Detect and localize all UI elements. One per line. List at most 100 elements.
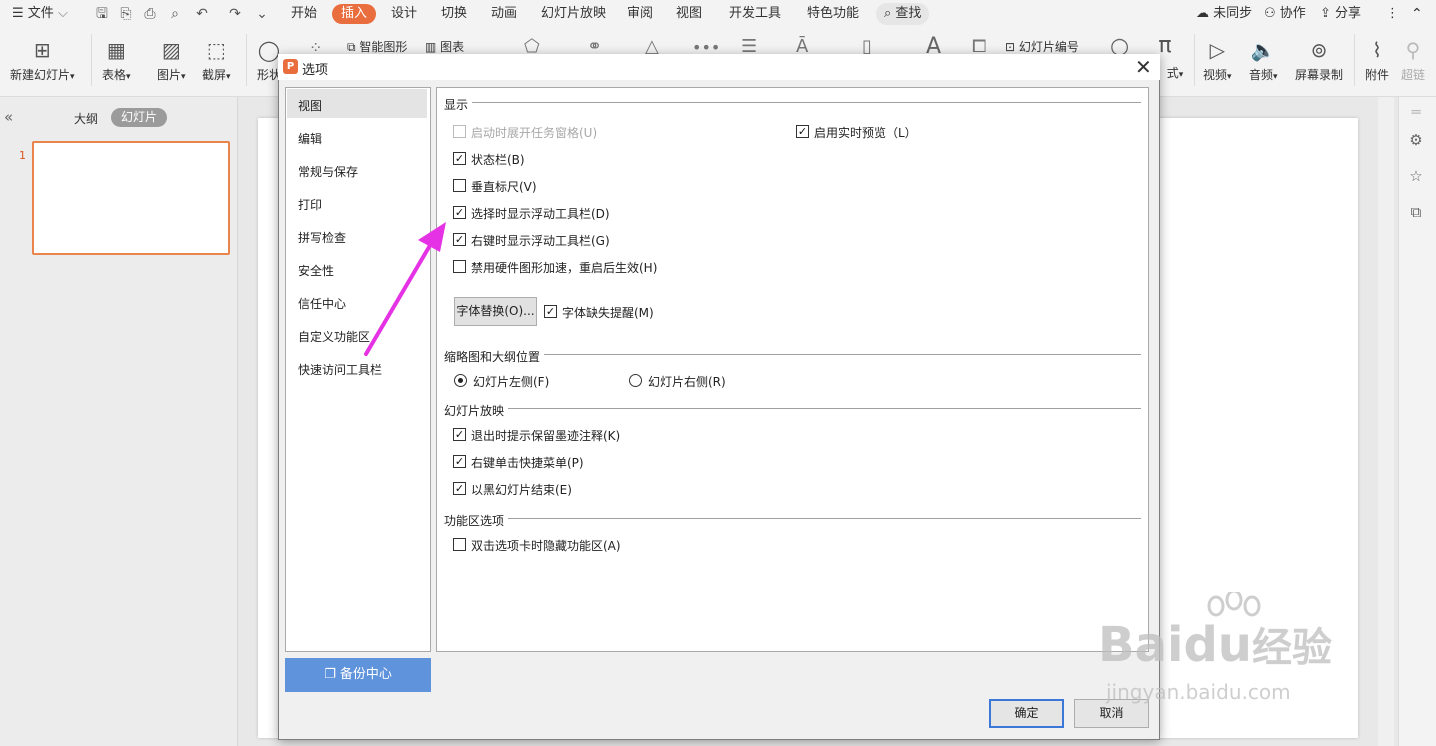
collapse-ribbon-icon[interactable]: ⌃ (1411, 0, 1423, 28)
slide-library-icon[interactable]: ⧉ (1406, 203, 1426, 223)
nav-item-security[interactable]: 安全性 (298, 262, 334, 279)
nav-item-view[interactable]: 视图 (298, 97, 322, 114)
picture-button[interactable]: ▨ 图片▾ (157, 38, 186, 83)
tab-special[interactable]: 特色功能 (807, 0, 859, 28)
thumb-right-radio[interactable] (629, 374, 642, 387)
more-icon[interactable]: ⋮ (1386, 0, 1399, 28)
backup-center-label: 备份中心 (339, 667, 392, 682)
share-button[interactable]: ⇪ 分享 (1320, 0, 1361, 28)
startup-taskpane-checkbox[interactable] (453, 125, 466, 138)
new-slide-icon: ⊞ (33, 38, 51, 62)
nav-item-edit[interactable]: 编辑 (298, 130, 322, 147)
print-preview-icon[interactable]: ⌕ (166, 5, 184, 23)
chart-icon: ▥ (425, 40, 437, 54)
right-toolbar (1398, 97, 1436, 746)
attachment-button[interactable]: ⌇ 附件 (1364, 38, 1390, 83)
ribbon-divider (1194, 34, 1195, 86)
chart-label: 图表 (440, 40, 465, 54)
tab-outline[interactable]: 大纲 (74, 110, 98, 127)
cloud-icon: ☁ (1196, 6, 1209, 21)
video-button[interactable]: ▷ 视频▾ (1203, 38, 1232, 83)
tab-animation[interactable]: 动画 (491, 0, 517, 28)
end-black-slide-checkbox[interactable]: ✓ (453, 482, 466, 495)
properties-icon[interactable]: ⚙ (1406, 131, 1426, 151)
chevron-down-icon: ▾ (1227, 72, 1232, 82)
tab-insert[interactable]: 插入 (332, 4, 377, 24)
screenshot-button[interactable]: ⬚ 截屏▾ (202, 38, 231, 83)
collapse-panel-icon[interactable]: « (4, 108, 13, 126)
right-click-menu-checkbox[interactable]: ✓ (453, 455, 466, 468)
font-substitution-button[interactable]: 字体替换(O)... (454, 297, 537, 326)
table-button[interactable]: ▦ 表格▾ (102, 38, 131, 83)
print-icon[interactable]: ⎙ (141, 5, 159, 23)
video-icon: ▷ (1209, 38, 1225, 62)
new-slide-button[interactable]: ⊞ 新建幻灯片▾ (10, 38, 75, 83)
tab-view[interactable]: 视图 (676, 0, 702, 28)
new-slide-label: 新建幻灯片 (10, 68, 71, 82)
tab-slideshow[interactable]: 幻灯片放映 (541, 0, 606, 28)
float-toolbar-select-label: 选择时显示浮动工具栏(D) (471, 207, 610, 221)
nav-item-print[interactable]: 打印 (298, 196, 322, 213)
tab-review[interactable]: 审阅 (627, 0, 653, 28)
slide-number-button[interactable]: ⊡ 幻灯片编号 (1005, 38, 1079, 55)
chevron-down-icon: ▾ (181, 72, 186, 82)
live-preview-checkbox[interactable]: ✓ (796, 125, 809, 138)
hyperlink-button[interactable]: ⚲ 超链 (1400, 38, 1426, 83)
nav-item-general-save[interactable]: 常规与保存 (298, 163, 358, 180)
font-missing-label: 字体缺失提醒(M) (562, 306, 654, 320)
dblclick-hide-ribbon-checkbox[interactable] (453, 538, 466, 551)
status-bar-checkbox[interactable]: ✓ (453, 152, 466, 165)
section-divider (444, 102, 1141, 103)
ribbon-divider (1354, 34, 1355, 86)
smart-art-button[interactable]: ⧉ 智能图形 (347, 38, 407, 55)
audio-button[interactable]: 🔈 音频▾ (1249, 38, 1278, 83)
collaborate-button[interactable]: ⚇ 协作 (1264, 0, 1306, 28)
chart-button[interactable]: ▥ 图表 (425, 38, 464, 55)
save-icon[interactable]: 🖫 (93, 5, 111, 23)
ink-prompt-checkbox[interactable]: ✓ (453, 428, 466, 441)
startup-taskpane-label: 启动时展开任务窗格(U) (471, 126, 598, 140)
tab-developer[interactable]: 开发工具 (729, 0, 781, 28)
share-label: 分享 (1335, 6, 1362, 21)
chevron-down-icon: ▾ (1178, 70, 1184, 80)
favorite-icon[interactable]: ☆ (1406, 167, 1426, 187)
customize-quick-access-icon[interactable]: ⌄ (253, 5, 271, 23)
export-pdf-icon[interactable]: ⎘ (117, 5, 135, 23)
tab-design[interactable]: 设计 (391, 0, 417, 28)
slide-thumbnail[interactable] (32, 141, 230, 255)
float-toolbar-select-checkbox[interactable]: ✓ (453, 206, 466, 219)
vertical-ruler-checkbox[interactable] (453, 179, 466, 192)
file-menu[interactable]: ☰ 文件 ⌵ (12, 0, 68, 28)
screenshot-icon: ⬚ (206, 38, 226, 62)
backup-icon: ❐ (324, 667, 336, 682)
redo-icon[interactable]: ↷ (226, 5, 244, 23)
chevron-down-icon: ▾ (70, 72, 75, 82)
link-icon: ⚲ (1405, 38, 1421, 62)
status-bar-label: 状态栏(B) (471, 153, 525, 167)
right-click-menu-label: 右键单击快捷菜单(P) (471, 456, 584, 470)
audio-label: 音频 (1249, 68, 1274, 82)
vertical-scrollbar[interactable] (1378, 97, 1394, 746)
nav-item-trust-center[interactable]: 信任中心 (298, 295, 346, 312)
vertical-ruler-label: 垂直标尺(V) (471, 180, 537, 194)
tab-slides[interactable]: 幻灯片 (111, 108, 168, 127)
search-box[interactable]: ⌕ 查找 (876, 3, 930, 25)
sync-status[interactable]: ☁ 未同步 (1196, 0, 1252, 28)
search-label: 查找 (895, 6, 922, 21)
slide-number-icon: ⊡ (1005, 40, 1016, 54)
backup-center-button[interactable]: ❐ 备份中心 (285, 658, 431, 692)
screen-record-button[interactable]: ⊚ 屏幕录制 (1295, 38, 1343, 83)
close-icon[interactable]: ✕ (1135, 56, 1152, 78)
nav-item-spelling[interactable]: 拼写检查 (298, 229, 346, 246)
options-content (436, 87, 1149, 652)
tab-transition[interactable]: 切换 (441, 0, 467, 28)
undo-icon[interactable]: ↶ (193, 5, 211, 23)
thumb-left-radio[interactable] (454, 374, 467, 387)
watermark-brand: Bai (1098, 617, 1184, 673)
dblclick-hide-ribbon-label: 双击选项卡时隐藏功能区(A) (471, 539, 621, 553)
tab-start[interactable]: 开始 (291, 0, 317, 28)
font-missing-checkbox[interactable]: ✓ (544, 305, 557, 318)
ribbon-divider (246, 34, 247, 86)
nav-item-quick-access[interactable]: 快速访问工具栏 (298, 361, 382, 378)
ok-button[interactable]: 确定 (989, 699, 1064, 728)
